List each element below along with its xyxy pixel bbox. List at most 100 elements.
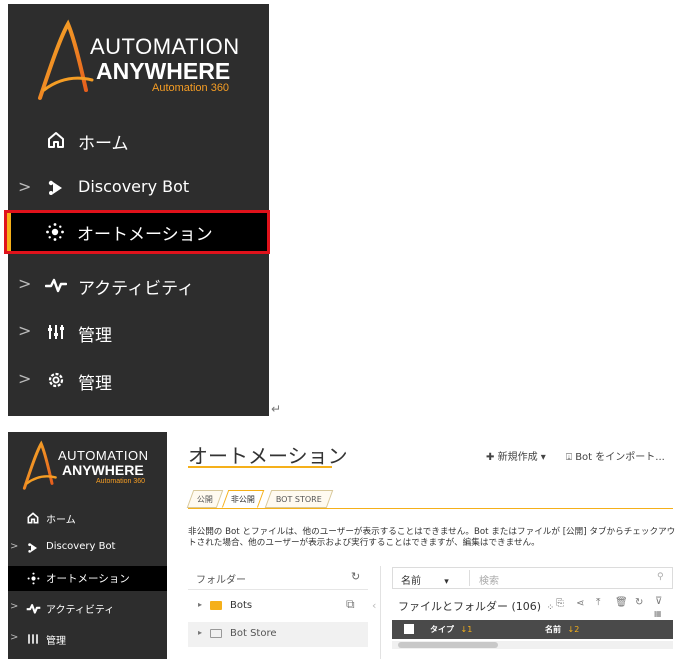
chevron-right-icon[interactable]: ▸ [198,628,202,637]
select-all-checkbox[interactable] [404,624,414,634]
title-underline [188,466,332,468]
sidebar-item-activity[interactable]: > アクティビティ [8,598,167,618]
logo-text-line3: Automation 360 [152,82,230,94]
refresh-icon[interactable]: ↻ [635,597,643,608]
return-mark: ↵ [271,402,282,416]
sidebar-item-manage-settings[interactable]: > 管理 [8,364,269,396]
automation-dots-icon [45,222,65,242]
sidebar-item-label: アクティビティ [78,279,195,299]
sidebar-item-label: アクティビティ [46,605,115,616]
caret-down-icon: ▾ [540,452,546,463]
copy-icon[interactable]: ⎘ [556,598,564,609]
files-and-folders-toolbar: ファイルとフォルダー (106) ⁘ [398,598,554,614]
sliders-icon [46,322,66,342]
plus-icon: ✚ [486,452,495,463]
folder-icon [210,601,222,610]
sidebar-item-label: Discovery Bot [46,541,116,552]
filter-icon[interactable]: ⊽ [655,596,662,607]
chevron-right-icon[interactable]: > [18,369,31,388]
sidebar-item-discovery-bot[interactable]: > Discovery Bot [8,172,269,204]
sidebar-item-home[interactable]: ホーム [8,124,269,156]
upload-icon[interactable]: ⤒ [596,597,600,608]
chevron-right-icon[interactable]: > [10,601,18,612]
tab-private[interactable]: 非公開 [221,490,265,508]
chevron-right-icon[interactable]: > [18,274,31,293]
home-icon [26,511,40,525]
sidebar: AUTOMATION ANYWHERE Automation 360 ホーム >… [8,432,167,659]
document-canvas: AUTOMATION ANYWHERE Automation 360 ホーム >… [0,0,685,659]
logo-text-line3: Automation 360 [96,478,146,485]
automation-dots-icon [26,571,40,585]
chevron-right-icon[interactable]: > [18,177,31,196]
sidebar-item-label: ホーム [78,134,129,154]
new-folder-icon[interactable]: ⧉ [346,597,355,612]
sidebar-item-manage-sliders[interactable]: > 管理 [8,316,269,348]
automation-anywhere-logo-icon [22,440,57,490]
folder-row-bots[interactable]: ▸ Bots ⧉ [188,594,368,619]
column-header-name[interactable]: 名前 ↓2 [545,624,579,635]
new-button-label: 新規作成 [497,452,538,463]
tab-public[interactable]: 公開 [186,490,224,508]
refresh-icon[interactable]: ↻ [351,570,360,583]
folder-header-label: フォルダー [196,575,246,586]
pulse-icon [25,602,41,614]
sidebar-item-automation[interactable]: オートメーション [8,566,167,591]
new-button[interactable]: ✚ 新規作成 ▾ [486,448,546,463]
caret-down-icon: ▾ [444,577,449,587]
import-bot-button[interactable]: ⍗ Bot をインポート... [566,448,665,463]
logo-text-line2: ANYWHERE [96,58,231,84]
dots-icon[interactable]: ⁘ [547,603,555,613]
search-icon: ⚲ [657,572,664,582]
chevron-right-icon[interactable]: ▸ [198,600,202,609]
tabs-divider [188,508,673,509]
logo-text-line1: AUTOMATION [58,448,149,463]
collapse-panel-icon[interactable]: ‹ [372,599,376,612]
active-indicator [7,213,11,251]
panel-divider [380,566,381,659]
tab-bot-store[interactable]: BOT STORE [264,490,334,508]
trash-icon[interactable]: 🗑 [615,597,628,608]
search-separator [469,570,470,586]
sidebar-item-home[interactable]: ホーム [8,508,167,528]
folder-panel-header: フォルダー ↻ [188,566,368,590]
scrollbar-thumb[interactable] [398,642,498,648]
folder-row-bot-store[interactable]: ▸ Bot Store [188,622,368,647]
sidebar-item-activity[interactable]: > アクティビティ [8,269,269,301]
chevron-right-icon[interactable]: > [10,632,18,643]
file-search-bar: 名前 ▾ 検索 ⚲ [392,567,673,589]
sidebar-item-discovery-bot[interactable]: > Discovery Bot [8,538,167,558]
columns-icon[interactable]: ▦ [654,609,662,618]
sidebar-item-label: オートメーション [77,225,213,245]
home-icon [46,130,66,150]
sidebar-item-label: ホーム [46,515,76,526]
share-icon[interactable]: ⋖ [576,598,584,609]
discovery-bot-icon [26,541,40,555]
search-input[interactable]: 検索 [479,572,499,587]
page-title: オートメーション [188,444,348,468]
folder-name: Bots [230,600,253,611]
description-text: 非公開の Bot とファイルは、他のユーザーが表示することはできません。Bot … [188,527,676,548]
files-count-label: ファイルとフォルダー (106) [398,600,542,613]
sidebar-item-label: 管理 [78,374,112,394]
table-header: タイプ ↓1 名前 ↓2 [392,620,673,639]
folder-name: Bot Store [230,628,277,639]
discovery-bot-icon [46,178,66,198]
automation-anywhere-logo-icon [38,19,94,100]
import-icon: ⍗ [566,452,572,463]
sidebar-item-automation-highlighted[interactable]: オートメーション [4,210,270,254]
logo-text-line1: AUTOMATION [90,34,240,59]
column-header-type[interactable]: タイプ ↓1 [430,624,472,635]
sidebar-item-label: 管理 [46,636,66,647]
logo-text-line2: ANYWHERE [62,462,144,478]
sidebar-item-label: Discovery Bot [78,177,190,196]
folder-outline-icon [210,629,222,638]
import-button-label: Bot をインポート... [575,452,665,463]
sidebar-item-label: オートメーション [46,573,130,585]
pulse-icon [44,275,68,295]
sliders-icon [26,632,40,646]
sidebar-item-manage-sliders[interactable]: > 管理 [8,629,167,649]
chevron-right-icon[interactable]: > [18,321,31,340]
gear-icon [45,369,67,391]
chevron-right-icon[interactable]: > [10,541,18,552]
search-field-select[interactable]: 名前 ▾ [401,572,449,587]
